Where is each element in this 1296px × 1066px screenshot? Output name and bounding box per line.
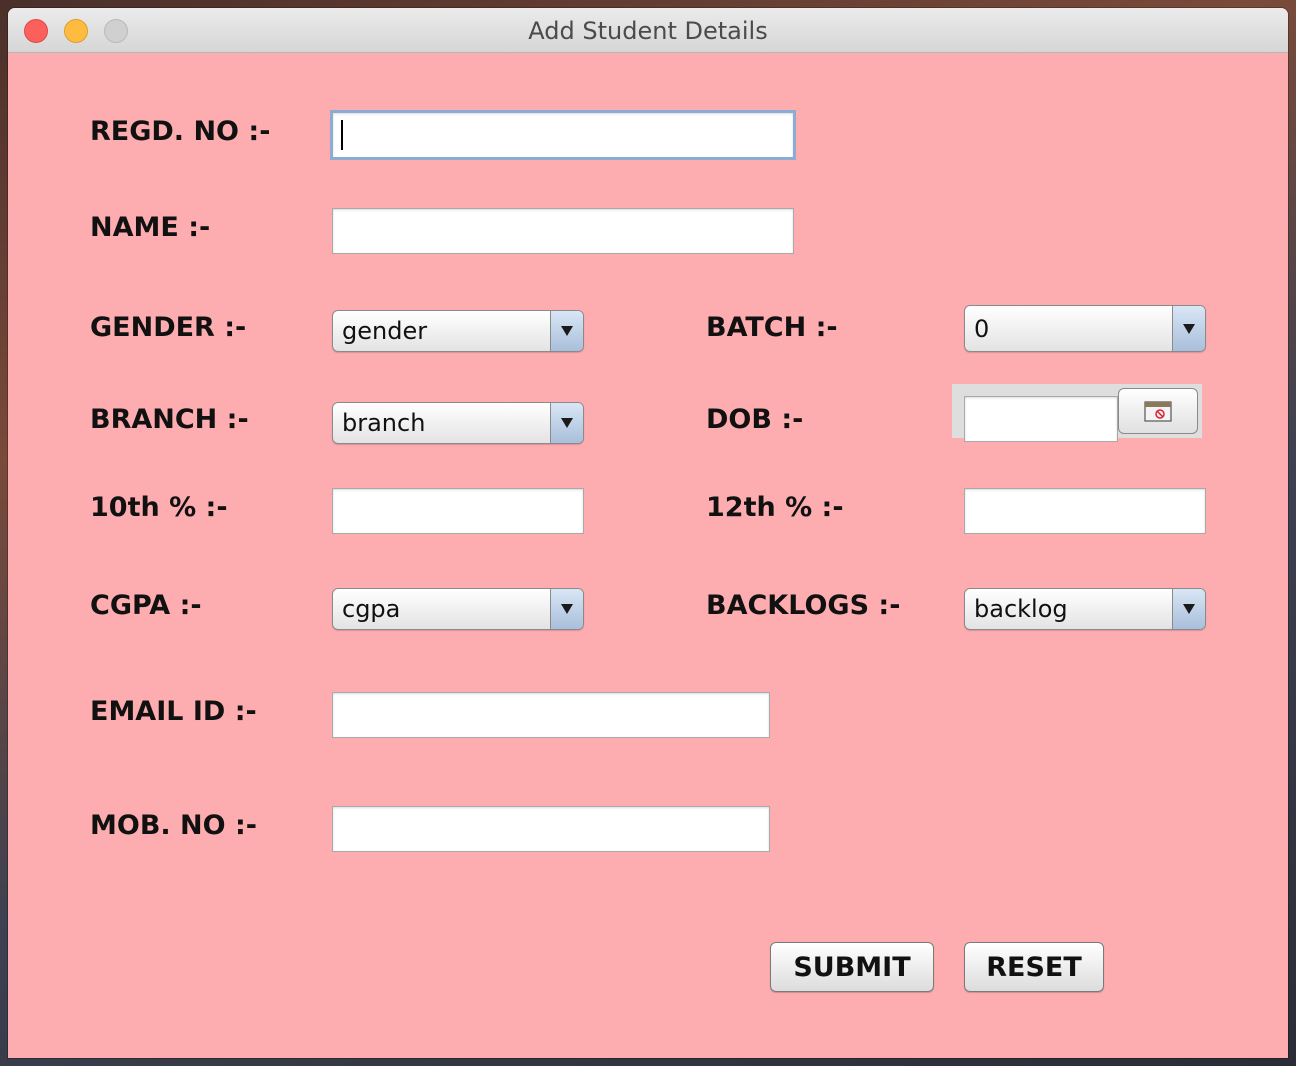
- twelfth-percent-input[interactable]: [964, 488, 1206, 534]
- calendar-icon: [1144, 401, 1172, 422]
- backlogs-select[interactable]: backlog: [964, 588, 1206, 630]
- submit-button[interactable]: SUBMIT: [770, 942, 934, 992]
- chevron-down-icon[interactable]: [550, 403, 583, 443]
- regd-no-label: REGD. NO :-: [90, 116, 271, 147]
- mobile-label: MOB. NO :-: [90, 810, 258, 841]
- branch-label: BRANCH :-: [90, 404, 249, 435]
- batch-selected-value: 0: [974, 314, 990, 343]
- name-input[interactable]: [332, 208, 794, 254]
- text-caret: [341, 120, 343, 150]
- gender-select[interactable]: gender: [332, 310, 584, 352]
- batch-select[interactable]: 0: [964, 305, 1206, 352]
- cgpa-select[interactable]: cgpa: [332, 588, 584, 630]
- regd-no-input[interactable]: [330, 110, 796, 160]
- chevron-down-icon[interactable]: [1172, 589, 1205, 629]
- chevron-down-icon[interactable]: [1172, 306, 1205, 351]
- calendar-button[interactable]: [1118, 388, 1198, 434]
- mobile-input[interactable]: [332, 806, 770, 852]
- window-title: Add Student Details: [528, 17, 768, 45]
- twelfth-percent-label: 12th % :-: [706, 492, 844, 523]
- tenth-percent-input[interactable]: [332, 488, 584, 534]
- backlogs-selected-value: backlog: [974, 595, 1068, 623]
- cgpa-selected-value: cgpa: [342, 595, 401, 623]
- chevron-down-icon[interactable]: [550, 311, 583, 351]
- reset-button[interactable]: RESET: [964, 942, 1104, 992]
- batch-label: BATCH :-: [706, 312, 838, 343]
- title-bar[interactable]: Add Student Details: [8, 8, 1288, 53]
- branch-select[interactable]: branch: [332, 402, 584, 444]
- dob-input[interactable]: [964, 396, 1118, 442]
- tenth-percent-label: 10th % :-: [90, 492, 228, 523]
- gender-label: GENDER :-: [90, 312, 247, 343]
- branch-selected-value: branch: [342, 409, 426, 437]
- email-input[interactable]: [332, 692, 770, 738]
- email-label: EMAIL ID :-: [90, 696, 257, 727]
- name-label: NAME :-: [90, 212, 211, 243]
- backlogs-label: BACKLOGS :-: [706, 590, 901, 621]
- gender-selected-value: gender: [342, 317, 428, 345]
- cgpa-label: CGPA :-: [90, 590, 202, 621]
- dob-label: DOB :-: [706, 404, 804, 435]
- chevron-down-icon[interactable]: [550, 589, 583, 629]
